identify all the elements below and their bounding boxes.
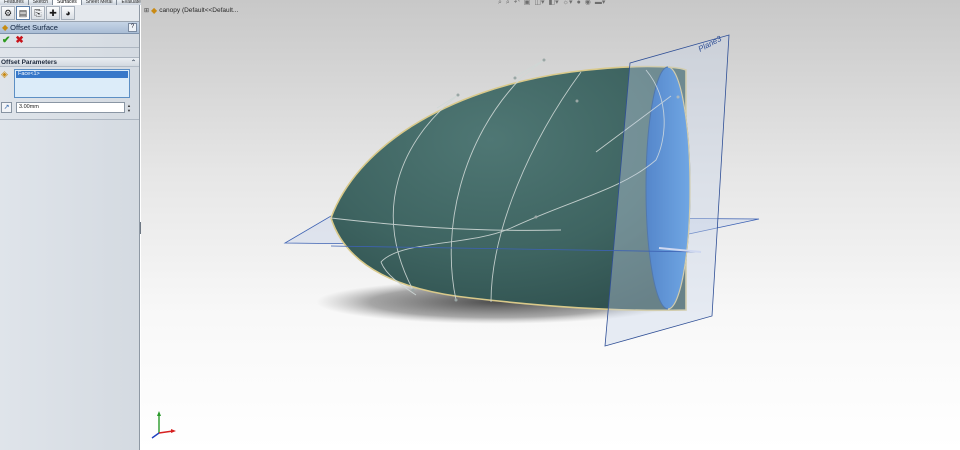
offset-parameters-group: Offset Parameters ⌃ ◈ Face<1> ↗ 3.00mm ▲… xyxy=(0,57,139,120)
zoom-to-fit-icon[interactable]: ⌕ xyxy=(498,0,502,7)
property-manager-title-bar: ◆ Offset Surface ? xyxy=(0,22,139,34)
feature-manager-tabs: ⚙ ▤ ⎘ ✚ ◕ xyxy=(0,5,139,22)
offset-distance-icon[interactable]: ↗ xyxy=(1,102,12,113)
page-title: Offset Surface xyxy=(10,23,58,32)
surfaces-selection-box[interactable]: Face<1> xyxy=(14,69,130,98)
configuration-manager-icon[interactable]: ⎘ xyxy=(31,6,45,20)
help-button[interactable]: ? xyxy=(128,23,137,32)
model-scene[interactable]: Plane3 xyxy=(141,0,960,450)
reference-triad xyxy=(151,411,176,439)
feature-tree-flyout[interactable]: ⊞ ◆ canopy (Default<<Default... xyxy=(144,6,238,15)
ok-cancel-row: ✔ ✖ xyxy=(0,34,139,48)
hide-show-items-icon[interactable]: ☼▾ xyxy=(563,0,573,7)
display-manager-icon[interactable]: ◕ xyxy=(61,6,75,20)
graphics-area[interactable]: Plane3 ⊞ ◆ canopy (Default<<Default... ⌕… xyxy=(141,0,960,450)
expand-icon[interactable]: ⊞ xyxy=(144,7,149,14)
section-view-icon[interactable]: ▣ xyxy=(524,0,531,7)
zoom-to-area-icon[interactable]: ⌕ xyxy=(506,0,510,7)
heads-up-view-toolbar: ⌕ ⌕ ↶ ▣ ◫▾ ◧▾ ☼▾ ● ◉ ▬▾ xyxy=(498,0,605,7)
part-icon: ◆ xyxy=(151,6,158,15)
distance-spinner[interactable]: ▲ ▼ xyxy=(127,103,133,113)
ok-button[interactable]: ✔ xyxy=(2,35,10,46)
cancel-button[interactable]: ✖ xyxy=(15,35,23,46)
dimxpert-manager-icon[interactable]: ✚ xyxy=(46,6,60,20)
group-header[interactable]: Offset Parameters ⌃ xyxy=(0,58,139,67)
property-manager-icon[interactable]: ▤ xyxy=(16,6,30,20)
previous-view-icon[interactable]: ↶ xyxy=(514,0,520,7)
part-name-label: canopy (Default<<Default... xyxy=(159,7,239,14)
view-settings-icon[interactable]: ▬▾ xyxy=(595,0,606,7)
collapse-chevron-icon[interactable]: ⌃ xyxy=(131,59,136,66)
property-manager-panel: ⚙ ▤ ⎘ ✚ ◕ ◆ Offset Surface ? ✔ ✖ Offset … xyxy=(0,5,140,450)
offset-distance-field[interactable]: 3.00mm xyxy=(16,102,125,113)
selection-item[interactable]: Face<1> xyxy=(16,71,128,78)
offset-surface-icon: ◆ xyxy=(2,23,9,32)
view-orientation-icon[interactable]: ◫▾ xyxy=(534,0,544,7)
display-style-icon[interactable]: ◧▾ xyxy=(548,0,558,7)
apply-scene-icon[interactable]: ◉ xyxy=(585,0,591,7)
feature-tree-icon[interactable]: ⚙ xyxy=(1,6,15,20)
edit-appearance-icon[interactable]: ● xyxy=(577,0,581,7)
group-title: Offset Parameters xyxy=(1,58,57,66)
surface-selection-icon: ◈ xyxy=(1,69,8,79)
